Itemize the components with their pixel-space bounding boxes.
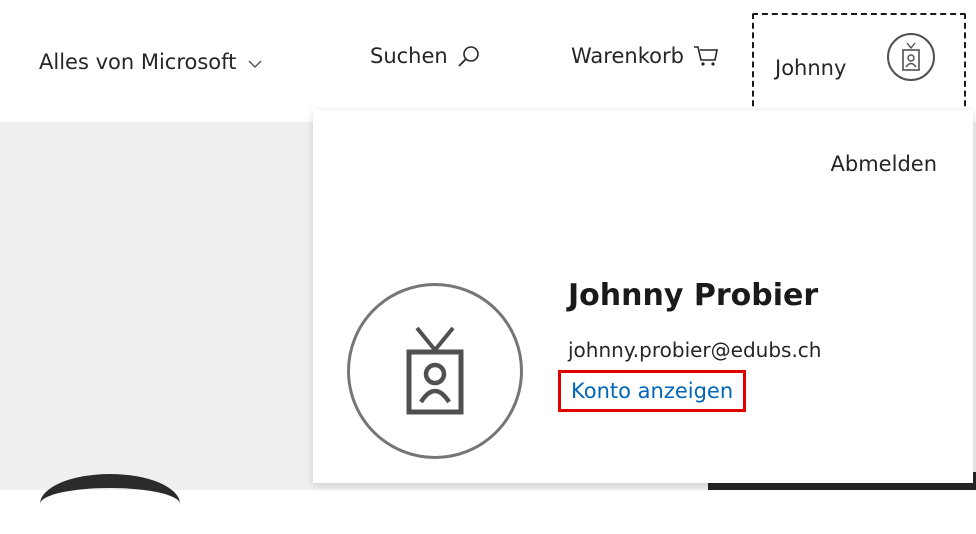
account-email: johnny.probier@edubs.ch	[568, 338, 822, 362]
account-manager-button[interactable]: Johnny	[752, 13, 966, 116]
cart-icon	[693, 44, 719, 68]
search-label: Suchen	[370, 44, 448, 68]
account-dropdown-panel: Abmelden Johnny Probier johnny.probier@e…	[313, 110, 973, 483]
sign-out-link[interactable]: Abmelden	[831, 152, 937, 176]
view-account-link[interactable]: Konto anzeigen	[558, 370, 747, 412]
badge-avatar-icon	[887, 33, 935, 81]
cart-label: Warenkorb	[571, 44, 684, 68]
badge-avatar-icon	[347, 283, 523, 459]
all-microsoft-label: Alles von Microsoft	[39, 50, 237, 74]
chevron-down-icon	[246, 53, 264, 71]
search-icon	[457, 44, 481, 68]
account-short-name: Johnny	[775, 56, 847, 80]
top-navigation-bar: Alles von Microsoft Suchen Warenkorb Joh…	[0, 0, 976, 122]
cart-button[interactable]: Warenkorb	[571, 44, 719, 68]
all-microsoft-menu[interactable]: Alles von Microsoft	[39, 50, 264, 74]
hero-decoration	[40, 474, 180, 534]
account-full-name: Johnny Probier	[568, 278, 819, 313]
search-button[interactable]: Suchen	[370, 44, 481, 68]
